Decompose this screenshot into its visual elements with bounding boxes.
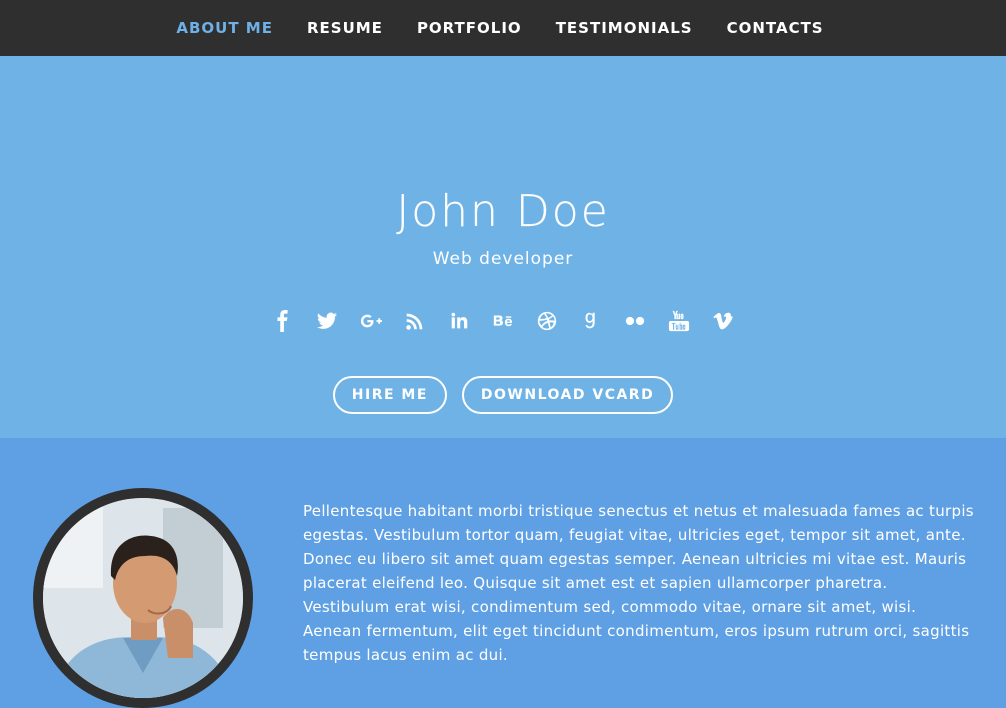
hire-me-button[interactable]: HIRE ME	[332, 376, 447, 414]
dribbble-icon[interactable]	[532, 306, 562, 336]
youtube-icon[interactable]	[664, 306, 694, 336]
goodreads-icon[interactable]	[576, 306, 606, 336]
nav-item-testimonials[interactable]: TESTIMONIALS	[539, 0, 710, 56]
behance-icon[interactable]	[488, 306, 518, 336]
nav-item-portfolio[interactable]: PORTFOLIO	[400, 0, 539, 56]
twitter-icon[interactable]	[312, 306, 342, 336]
hero-actions: HIRE ME DOWNLOAD VCARD	[0, 376, 1006, 414]
vimeo-icon[interactable]	[708, 306, 738, 336]
nav-item-contacts[interactable]: CONTACTS	[710, 0, 841, 56]
about-paragraph: Pellentesque habitant morbi tristique se…	[303, 502, 974, 664]
profile-role: Web developer	[432, 249, 574, 269]
profile-photo	[33, 488, 253, 708]
profile-name: John Doe	[396, 186, 610, 237]
download-vcard-button[interactable]: DOWNLOAD VCARD	[461, 376, 674, 414]
social-links	[0, 306, 1006, 336]
nav-menu: ABOUT ME RESUME PORTFOLIO TESTIMONIALS C…	[159, 0, 840, 56]
google-plus-icon[interactable]	[356, 306, 386, 336]
rss-icon[interactable]	[400, 306, 430, 336]
linkedin-icon[interactable]	[444, 306, 474, 336]
facebook-icon[interactable]	[268, 306, 298, 336]
person-illustration	[43, 498, 243, 698]
nav-item-resume[interactable]: RESUME	[290, 0, 400, 56]
hero-section: John Doe Web developer HIRE ME DOWNLOAD …	[0, 56, 1006, 438]
top-navigation: ABOUT ME RESUME PORTFOLIO TESTIMONIALS C…	[0, 0, 1006, 56]
nav-item-about-me[interactable]: ABOUT ME	[159, 0, 290, 56]
flickr-icon[interactable]	[620, 306, 650, 336]
about-section: Pellentesque habitant morbi tristique se…	[0, 438, 1006, 708]
